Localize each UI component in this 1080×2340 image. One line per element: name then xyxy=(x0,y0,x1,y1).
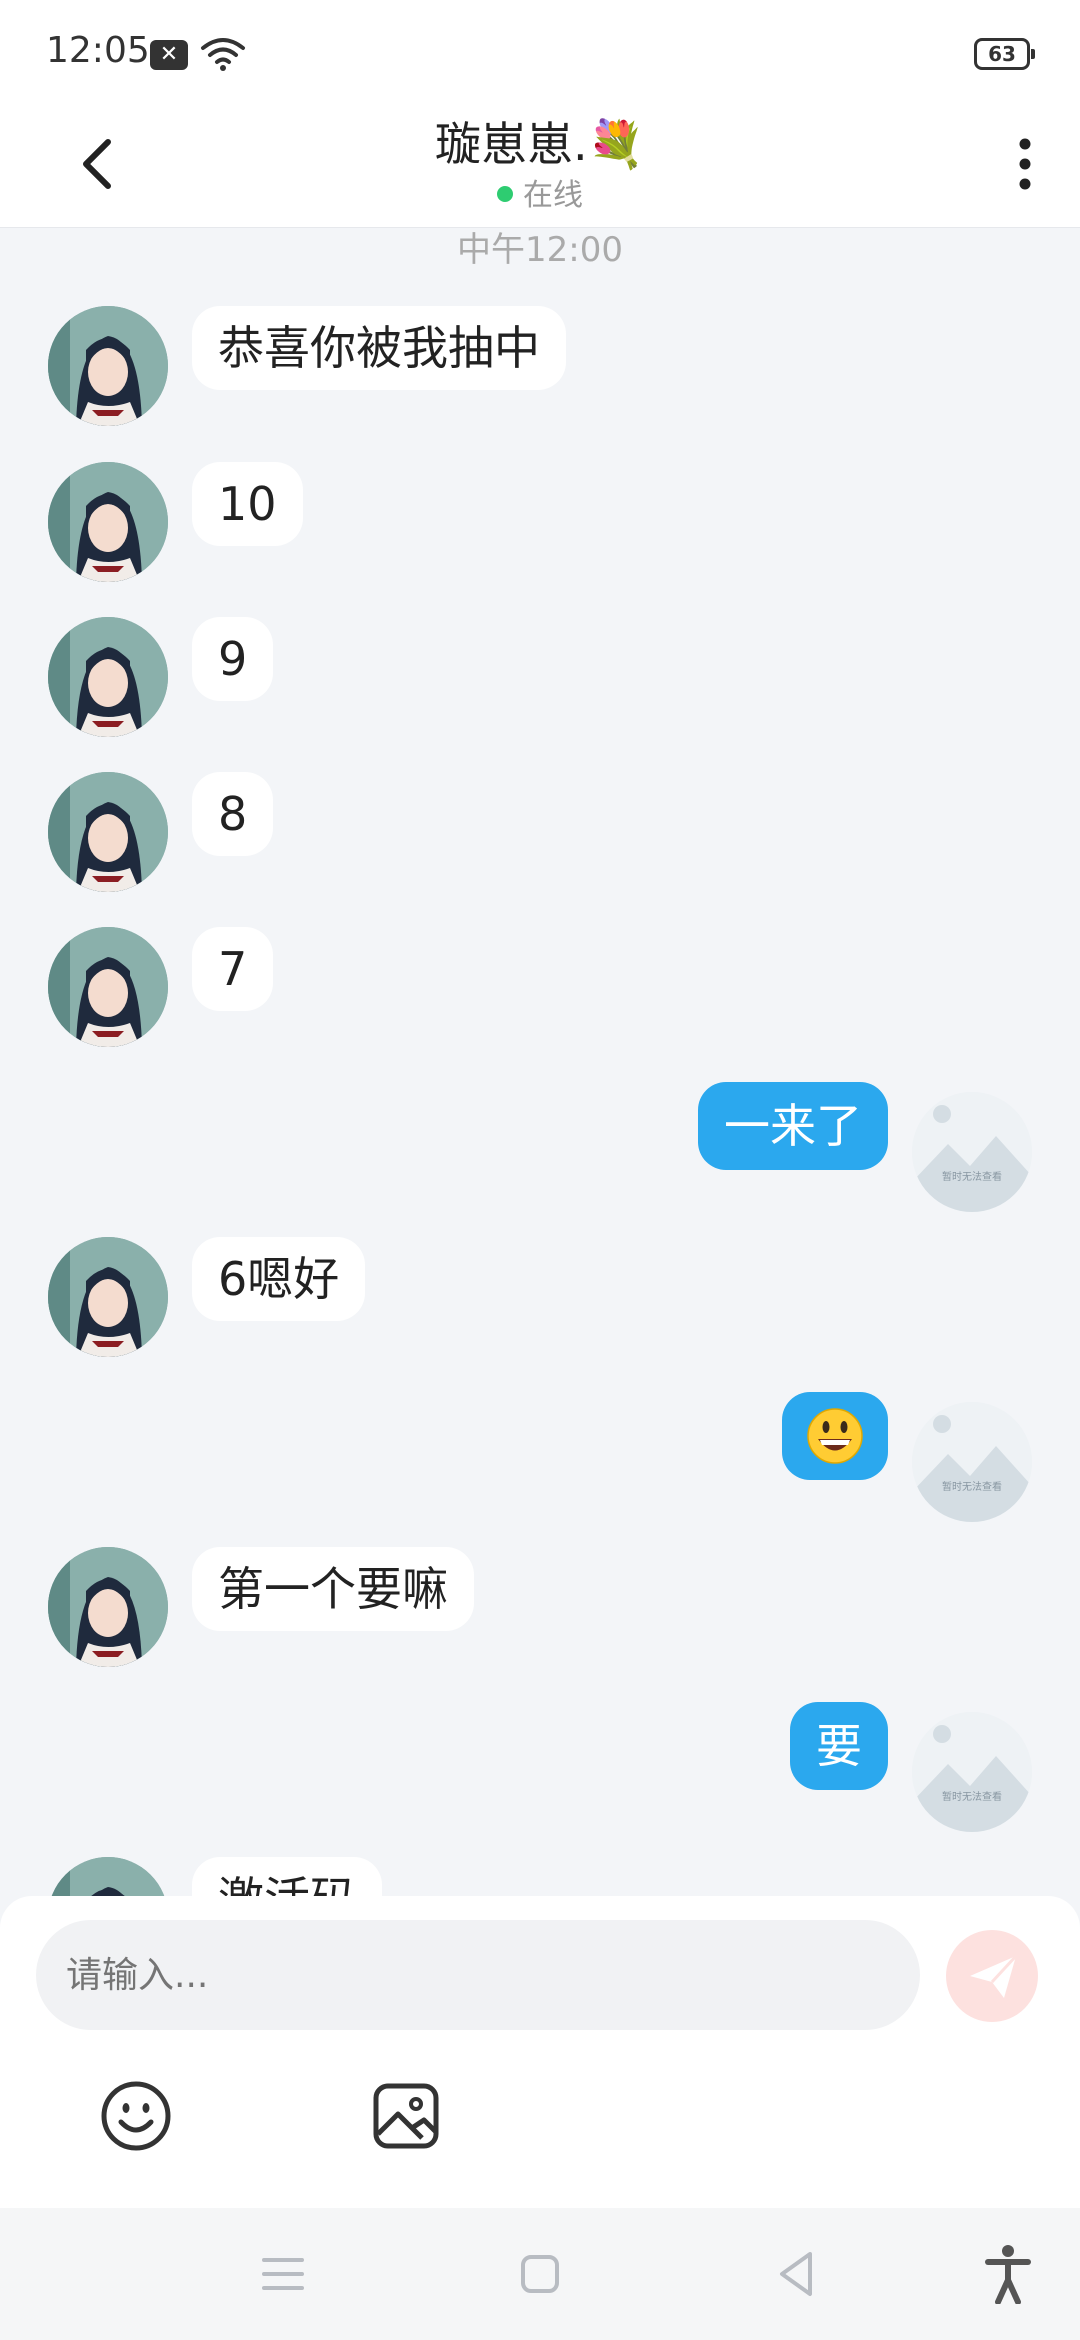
message-row-incoming: 9 xyxy=(0,617,1080,747)
message-row-incoming: 7 xyxy=(0,927,1080,1057)
notification-icon: ✕ xyxy=(150,40,188,70)
message-list[interactable]: 恭喜你被我抽中 10 9 8 7 一来了 暂时无法查看 6嗯好 暂时无法查看 第… xyxy=(0,300,1080,1896)
message-row-incoming: 恭喜你被我抽中 xyxy=(0,306,1080,436)
contact-avatar[interactable] xyxy=(48,927,168,1047)
incoming-bubble[interactable]: 9 xyxy=(192,617,274,701)
message-row-outgoing: 一来了 暂时无法查看 xyxy=(0,1082,1080,1212)
self-avatar[interactable]: 暂时无法查看 xyxy=(912,1712,1032,1832)
outgoing-emoji-bubble[interactable] xyxy=(782,1392,888,1480)
online-dot-icon xyxy=(497,185,513,202)
system-nav-bar xyxy=(0,2208,1080,2340)
self-avatar-caption: 暂时无法查看 xyxy=(942,1480,1002,1493)
outgoing-bubble[interactable]: 要 xyxy=(790,1702,888,1790)
wifi-icon xyxy=(201,38,245,71)
recent-apps-icon[interactable] xyxy=(262,2254,304,2294)
self-avatar[interactable]: 暂时无法查看 xyxy=(912,1402,1032,1522)
accessibility-icon[interactable] xyxy=(984,2244,1032,2304)
incoming-bubble[interactable]: 恭喜你被我抽中 xyxy=(192,306,566,390)
home-icon[interactable] xyxy=(520,2254,560,2294)
message-input[interactable] xyxy=(36,1920,920,2030)
battery-icon: 63 xyxy=(974,38,1035,70)
message-row-incoming: 6嗯好 xyxy=(0,1237,1080,1367)
incoming-bubble[interactable]: 第一个要嘛 xyxy=(192,1547,474,1631)
contact-avatar[interactable] xyxy=(48,1237,168,1357)
contact-status-text: 在线 xyxy=(523,178,583,213)
message-row-incoming: 第一个要嘛 xyxy=(0,1547,1080,1677)
message-row-outgoing: 暂时无法查看 xyxy=(0,1392,1080,1522)
message-row-incoming: 8 xyxy=(0,772,1080,902)
message-row-incoming: 10 xyxy=(0,462,1080,592)
back-triangle-icon[interactable] xyxy=(776,2250,816,2298)
contact-status: 在线 xyxy=(0,170,1080,214)
contact-avatar[interactable] xyxy=(48,306,168,426)
self-avatar-caption: 暂时无法查看 xyxy=(942,1170,1002,1183)
contact-avatar[interactable] xyxy=(48,772,168,892)
contact-name[interactable]: 璇崽崽.💐 xyxy=(0,108,1080,174)
status-bar: 12:05 ✕ 63 xyxy=(0,0,1080,100)
more-options-button[interactable] xyxy=(990,124,1060,204)
send-icon xyxy=(970,1954,1018,1998)
contact-avatar[interactable] xyxy=(48,1857,168,1896)
incoming-bubble[interactable]: 激活码 xyxy=(192,1857,382,1896)
contact-avatar[interactable] xyxy=(48,1547,168,1667)
contact-avatar[interactable] xyxy=(48,462,168,582)
contact-avatar[interactable] xyxy=(48,617,168,737)
time-separator: 中午12:00 xyxy=(457,230,623,270)
incoming-bubble[interactable]: 6嗯好 xyxy=(192,1237,366,1321)
message-row-outgoing: 要 暂时无法查看 xyxy=(0,1702,1080,1832)
self-avatar[interactable]: 暂时无法查看 xyxy=(912,1092,1032,1212)
grinning-face-icon xyxy=(807,1408,863,1464)
incoming-bubble[interactable]: 7 xyxy=(192,927,274,1011)
send-button[interactable] xyxy=(946,1930,1038,2022)
outgoing-bubble[interactable]: 一来了 xyxy=(698,1082,888,1170)
emoji-button[interactable] xyxy=(96,2076,176,2156)
incoming-bubble[interactable]: 8 xyxy=(192,772,274,856)
status-time: 12:05 xyxy=(46,30,150,71)
input-panel xyxy=(0,1896,1080,2208)
chat-header: 璇崽崽.💐 在线 xyxy=(0,100,1080,228)
self-avatar-caption: 暂时无法查看 xyxy=(942,1790,1002,1803)
message-row-incoming: 激活码 xyxy=(0,1857,1080,1896)
incoming-bubble[interactable]: 10 xyxy=(192,462,303,546)
image-button[interactable] xyxy=(366,2076,446,2156)
battery-level: 63 xyxy=(988,42,1016,66)
